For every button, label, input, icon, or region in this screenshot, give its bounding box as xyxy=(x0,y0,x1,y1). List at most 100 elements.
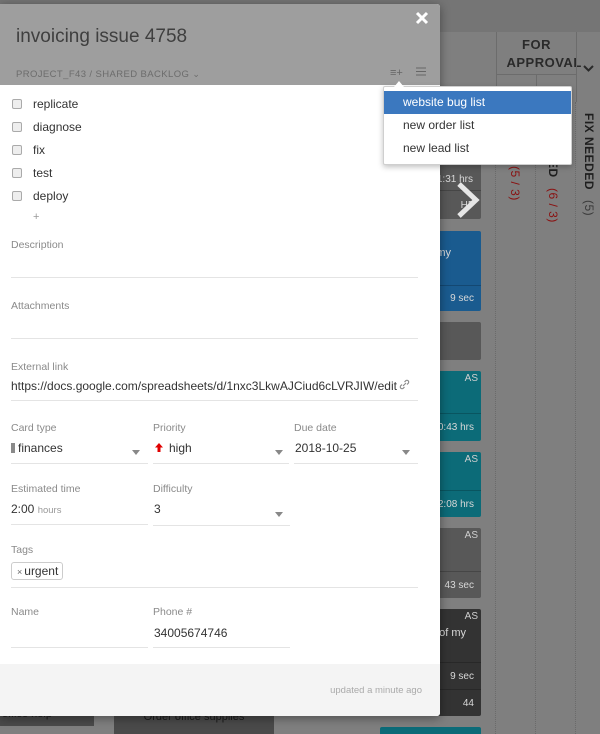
external-link-label: External link xyxy=(11,361,69,373)
checkbox[interactable] xyxy=(12,98,22,109)
divider xyxy=(11,338,418,339)
caret-down-icon[interactable] xyxy=(132,450,140,455)
caret-down-icon[interactable] xyxy=(275,450,283,455)
menu-icon[interactable] xyxy=(416,67,426,79)
next-card-button[interactable] xyxy=(446,180,486,220)
checklist-item-label: diagnose xyxy=(33,119,82,134)
card-type-value: finances xyxy=(18,441,63,455)
checklist-item-label: deploy xyxy=(33,188,69,203)
due-date-input[interactable]: 2018-10-25 xyxy=(295,441,356,455)
phone-input[interactable]: 34005674746 xyxy=(154,626,227,640)
difficulty-label: Difficulty xyxy=(153,483,193,495)
checklist-item-label: replicate xyxy=(33,96,79,111)
checkbox[interactable] xyxy=(12,190,22,201)
close-button[interactable] xyxy=(412,9,432,29)
estimated-time-value: 2:00 xyxy=(11,502,35,516)
divider xyxy=(294,463,418,464)
column-header-for-approval[interactable]: FOR APPROVAL xyxy=(496,32,582,74)
card-type-label: Card type xyxy=(11,422,57,434)
checklist-item[interactable]: deploy xyxy=(12,184,82,207)
checkbox[interactable] xyxy=(12,167,22,178)
card-title[interactable]: invoicing issue 4758 xyxy=(16,26,187,48)
add-to-list-dropdown: website bug list new order list new lead… xyxy=(383,81,572,165)
checklist: replicate diagnose fix test deploy + xyxy=(12,92,82,227)
chevron-right-icon xyxy=(457,182,480,218)
phone-label: Phone # xyxy=(153,606,193,618)
column-count: (5 / 3) xyxy=(508,166,522,201)
checklist-item[interactable]: test xyxy=(12,161,82,184)
estimated-time-unit: hours xyxy=(37,505,62,516)
column-divider xyxy=(535,102,536,734)
close-icon xyxy=(415,11,429,25)
divider xyxy=(11,647,148,648)
card-assignee: AS xyxy=(464,454,478,465)
due-date-label: Due date xyxy=(294,422,337,434)
name-input[interactable] xyxy=(11,626,148,646)
updated-timestamp: updated a minute ago xyxy=(330,685,422,696)
divider xyxy=(11,277,418,278)
divider xyxy=(153,647,290,648)
divider xyxy=(11,587,418,588)
column-count: (6 / 3) xyxy=(546,187,560,223)
description-label: Description xyxy=(11,239,64,251)
checkbox[interactable] xyxy=(12,121,22,132)
priority-high-arrow-icon xyxy=(155,443,163,455)
difficulty-select[interactable]: 3 xyxy=(154,502,161,516)
board-card[interactable] xyxy=(380,727,481,734)
external-link-field[interactable]: https://docs.google.com/spreadsheets/d/1… xyxy=(11,379,418,393)
breadcrumb[interactable]: PROJECT_F43 / SHARED BACKLOG ⌄ xyxy=(16,69,200,80)
card-text: of my xyxy=(439,627,466,639)
priority-value: high xyxy=(169,441,192,455)
chevron-down-icon xyxy=(583,59,594,75)
vertical-column-label-fix-needed[interactable]: FIX NEEDED (5) xyxy=(582,113,596,216)
breadcrumb-text: PROJECT_F43 / SHARED BACKLOG xyxy=(16,69,190,80)
card-assignee: AS xyxy=(464,611,478,622)
name-label: Name xyxy=(11,606,40,618)
attachments-label: Attachments xyxy=(11,300,70,312)
dropdown-item-new-order-list[interactable]: new order list xyxy=(384,114,571,137)
description-input[interactable] xyxy=(11,257,418,277)
tag-urgent[interactable]: × urgent xyxy=(11,562,64,580)
collapse-columns-button[interactable] xyxy=(576,32,600,102)
column-divider xyxy=(495,102,496,734)
modal-header: invoicing issue 4758 PROJECT_F43 / SHARE… xyxy=(0,4,440,85)
caret-down-icon[interactable] xyxy=(402,450,410,455)
vertical-column-label[interactable]: ED (6 / 3) xyxy=(546,160,560,222)
external-link-value[interactable]: https://docs.google.com/spreadsheets/d/1… xyxy=(11,379,397,393)
estimated-time-input[interactable]: 2:00 hours xyxy=(11,502,61,516)
link-icon[interactable] xyxy=(399,379,410,393)
column-title: FOR APPROVAL xyxy=(506,37,582,70)
dropdown-item-website-bug-list[interactable]: website bug list xyxy=(384,91,571,114)
checklist-item[interactable]: diagnose xyxy=(12,115,82,138)
priority-select[interactable]: high xyxy=(155,441,192,455)
remove-tag-icon[interactable]: × xyxy=(17,567,22,577)
divider xyxy=(153,525,290,526)
card-detail-modal: invoicing issue 4758 PROJECT_F43 / SHARE… xyxy=(0,4,440,716)
tag-label: urgent xyxy=(24,564,59,578)
priority-label: Priority xyxy=(153,422,186,434)
checklist-item[interactable]: fix xyxy=(12,138,82,161)
checklist-item-label: test xyxy=(33,165,53,180)
card-type-color-swatch xyxy=(11,443,15,453)
column-count: (5) xyxy=(582,199,596,217)
card-assignee: AS xyxy=(464,373,478,384)
card-assignee: AS xyxy=(464,530,478,541)
vertical-column-label[interactable]: (5 / 3) xyxy=(508,160,522,201)
dropdown-item-new-lead-list[interactable]: new lead list xyxy=(384,137,571,160)
divider xyxy=(11,524,148,525)
column-name: FIX NEEDED xyxy=(582,113,596,191)
column-divider xyxy=(575,102,576,734)
divider xyxy=(153,463,289,464)
add-to-list-icon[interactable]: ≡+ xyxy=(390,67,403,79)
divider xyxy=(11,400,418,401)
checklist-item[interactable]: replicate xyxy=(12,92,82,115)
attachments-input[interactable] xyxy=(11,318,418,338)
card-type-select[interactable]: finances xyxy=(11,441,63,455)
tags-label: Tags xyxy=(11,544,34,556)
checkbox[interactable] xyxy=(12,144,22,155)
add-checklist-item-button[interactable]: + xyxy=(33,207,82,227)
estimated-time-label: Estimated time xyxy=(11,483,81,495)
modal-footer: updated a minute ago xyxy=(0,664,440,716)
caret-down-icon[interactable] xyxy=(275,512,283,517)
divider xyxy=(11,463,148,464)
